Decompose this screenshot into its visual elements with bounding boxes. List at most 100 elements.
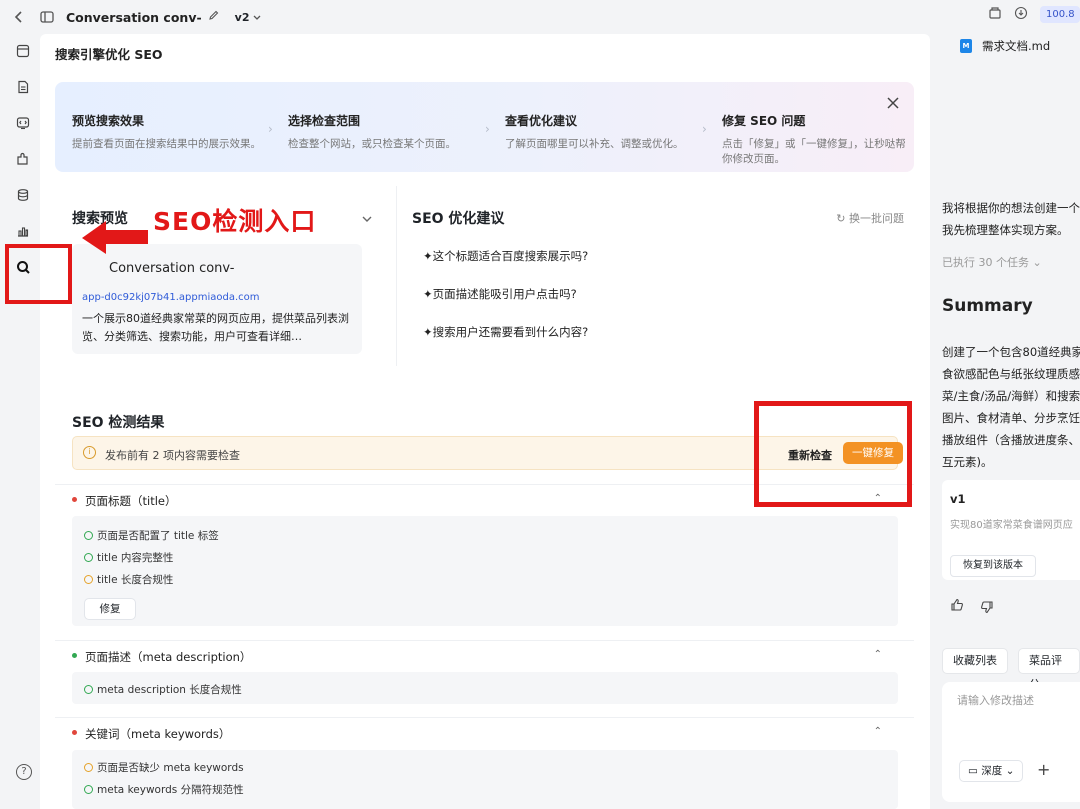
suggestion-text: 搜索用户还需要看到什么内容? [432, 325, 589, 339]
summary-line: 播放组件（含播放进度条、 [942, 433, 1080, 447]
check-text: title 长度合规性 [97, 574, 174, 586]
section-body: 页面是否缺少 meta keywords meta keywords 分隔符规范… [72, 750, 898, 809]
tasks-toggle[interactable]: 已执行 30 个任务 ⌄ [942, 254, 1042, 270]
preview-url[interactable]: app-d0c92kj07b41.appmiaoda.com [82, 292, 260, 303]
section-description-check[interactable]: 页面描述（meta description） ⌃ [55, 640, 914, 670]
plugin-icon[interactable] [14, 150, 32, 168]
annotation-box [754, 401, 912, 507]
success-dot [72, 653, 77, 658]
refresh-label: 换一批问题 [849, 212, 904, 225]
page-title: 搜索引擎优化 SEO [55, 47, 163, 62]
favorites-chip[interactable]: 收藏列表 [942, 648, 1008, 674]
analytics-icon[interactable] [14, 222, 32, 240]
suggestion-item[interactable]: ✦这个标题适合百度搜索展示吗? [423, 248, 588, 264]
version-card: v1 实现80道家常菜食谱网页应 恢复到该版本 [942, 480, 1080, 580]
chevron-down-icon: ⌄ [1032, 256, 1042, 269]
suggestion-item[interactable]: ✦页面描述能吸引用户点击吗? [423, 286, 577, 302]
doc-file[interactable]: M 需求文档.md [960, 38, 1050, 54]
depth-select[interactable]: ▭ 深度 ⌄ [959, 760, 1024, 782]
chevron-up-icon[interactable]: ⌃ [874, 649, 882, 660]
summary-line: 菜/主食/汤品/海鲜）和搜索 [942, 389, 1080, 403]
step-title: 修复 SEO 问题 [722, 114, 806, 128]
annotation-arrow-icon [82, 221, 148, 254]
summary-title: Summary [942, 296, 1033, 316]
check-item: title 长度合规性 [84, 572, 173, 587]
conversation-title: Conversation conv- [66, 9, 202, 25]
warning-text: 发布前有 2 项内容需要检查 [105, 449, 240, 462]
step-scope: 选择检查范围 检查整个网站，或只检查某个页面。 [288, 112, 478, 152]
step-desc: 提前查看页面在搜索结果中的展示效果。 [72, 138, 261, 150]
chevron-right-icon: › [702, 122, 707, 136]
layout-icon[interactable] [14, 42, 32, 60]
step-desc: 点击「修复」或「一键修复」，让秒哒帮你修改页面。 [722, 138, 906, 166]
check-pass-icon [84, 685, 93, 694]
step-desc: 了解页面哪里可以补充、调整或优化。 [505, 138, 684, 150]
sparkle-icon: ✦ [423, 287, 433, 301]
suggestion-text: 这个标题适合百度搜索展示吗? [432, 249, 589, 263]
refresh-icon: ↻ [836, 212, 846, 225]
check-pass-icon [84, 785, 93, 794]
annotation-box [5, 244, 72, 304]
chat-panel: M 需求文档.md 我将根据你的想法创建一个 我先梳理整体实现方案。 已执行 3… [930, 34, 1080, 809]
suggestions-title: SEO 优化建议 [412, 211, 505, 227]
sparkle-icon: ✦ [423, 325, 433, 339]
version-label: v1 [950, 492, 966, 506]
edit-title-icon[interactable] [208, 10, 219, 24]
intro-text: 我先梳理整体实现方案。 [942, 223, 1069, 237]
sparkle-icon: ✦ [423, 249, 433, 263]
thumbs-down-icon[interactable] [980, 600, 994, 617]
chevron-right-icon: › [268, 122, 273, 136]
summary-line: 互元素)。 [942, 455, 993, 469]
check-item: 页面是否缺少 meta keywords [84, 760, 244, 775]
thumbs-up-icon[interactable] [950, 598, 964, 615]
download-icon[interactable] [1014, 6, 1028, 23]
check-text: 页面是否缺少 meta keywords [97, 762, 244, 774]
step-title: 预览搜索效果 [72, 114, 145, 128]
step-suggestions: 查看优化建议 了解页面哪里可以补充、调整或优化。 [505, 112, 695, 152]
suggestion-text: 页面描述能吸引用户点击吗? [432, 287, 577, 301]
check-item: 页面是否配置了 title 标签 [84, 528, 219, 543]
chevron-down-icon: ⌄ [1005, 765, 1015, 777]
summary-line: 图片、食材清单、分步烹饪 [942, 411, 1080, 425]
check-text: meta description 长度合规性 [97, 684, 242, 696]
seo-suggestions-card: SEO 优化建议 ↻ 换一批问题 ✦这个标题适合百度搜索展示吗? ✦页面描述能吸… [396, 186, 914, 366]
top-bar: Conversation conv- v2 100.8 [0, 0, 1080, 34]
restore-version-button[interactable]: 恢复到该版本 [950, 555, 1036, 577]
chevron-right-icon: › [485, 122, 490, 136]
sidebar-toggle-icon[interactable] [36, 6, 58, 28]
modify-input-box[interactable]: 请输入修改描述 ▭ 深度 ⌄ + [942, 682, 1080, 802]
results-title: SEO 检测结果 [72, 415, 165, 431]
check-text: 页面是否配置了 title 标签 [97, 530, 219, 542]
section-keywords-check[interactable]: 关键词（meta keywords） ⌃ [55, 717, 914, 747]
chevron-down-icon[interactable] [362, 212, 372, 226]
back-icon[interactable] [8, 6, 30, 28]
database-icon[interactable] [14, 186, 32, 204]
document-icon[interactable] [14, 78, 32, 96]
fix-button[interactable]: 修复 [84, 598, 136, 620]
depth-label: 深度 [981, 765, 1003, 777]
zoom-badge[interactable]: 100.8 [1040, 6, 1080, 23]
seo-steps-banner: 预览搜索效果 提前查看页面在搜索结果中的展示效果。 › 选择检查范围 检查整个网… [55, 82, 914, 172]
version-select[interactable]: v2 [235, 11, 261, 24]
step-preview: 预览搜索效果 提前查看页面在搜索结果中的展示效果。 [72, 112, 262, 152]
package-icon[interactable] [988, 6, 1002, 23]
error-dot [72, 497, 77, 502]
step-desc: 检查整个网站，或只检查某个页面。 [288, 138, 456, 150]
code-icon[interactable] [14, 114, 32, 132]
check-item: title 内容完整性 [84, 550, 173, 565]
chevron-up-icon[interactable]: ⌃ [874, 726, 882, 737]
help-icon[interactable]: ? [16, 764, 32, 780]
suggestion-item[interactable]: ✦搜索用户还需要看到什么内容? [423, 324, 588, 340]
tasks-label: 已执行 30 个任务 [942, 256, 1029, 269]
add-icon[interactable]: + [1037, 760, 1050, 779]
intro-text: 我将根据你的想法创建一个 [942, 201, 1080, 215]
close-icon[interactable] [886, 96, 900, 113]
summary-line: 食欲感配色与纸张纹理质感 [942, 367, 1080, 381]
left-rail: ? [0, 34, 44, 809]
summary-line: 创建了一个包含80道经典家 [942, 345, 1080, 359]
step-fix: 修复 SEO 问题 点击「修复」或「一键修复」，让秒哒帮你修改页面。 [722, 112, 912, 167]
error-dot [72, 730, 77, 735]
section-body: meta description 长度合规性 [72, 672, 898, 704]
refresh-questions-button[interactable]: ↻ 换一批问题 [836, 210, 904, 226]
rating-chip[interactable]: 菜品评分 [1018, 648, 1080, 691]
